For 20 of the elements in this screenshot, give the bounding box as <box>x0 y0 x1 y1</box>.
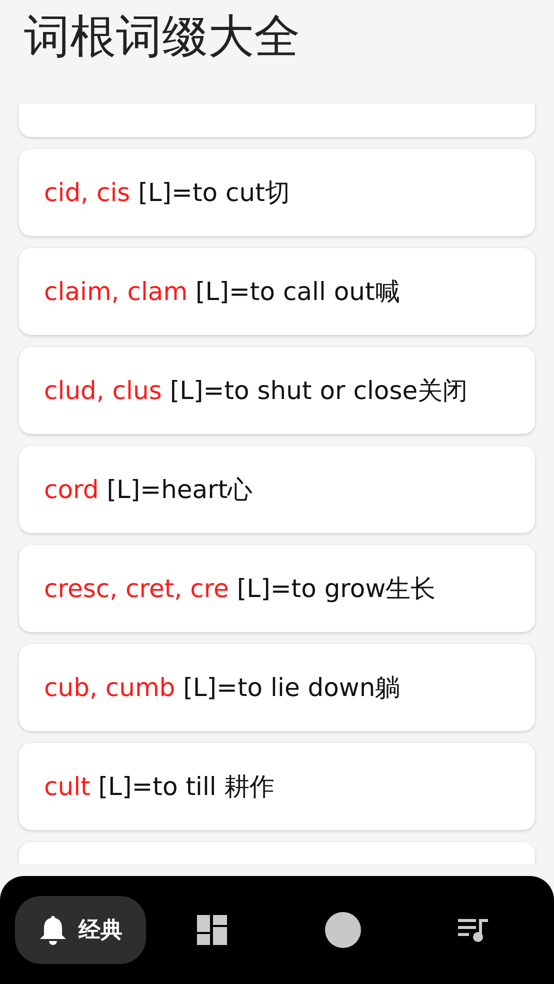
entry-card[interactable]: clud, clus [L]=to shut or close关闭 <box>19 347 535 434</box>
entry-text: cord [L]=heart心 <box>44 474 253 506</box>
entry-card[interactable]: claim, clam [L]=to call out喊 <box>19 248 535 335</box>
nav-tab[interactable]: 经典 <box>15 896 146 964</box>
entry-card[interactable]: cult [L]=to till 耕作 <box>19 743 535 830</box>
entry-card[interactable]: cid, cis [L]=to cut切 <box>19 149 535 236</box>
entry-card[interactable]: cresc, cret, cre [L]=to grow生长 <box>19 545 535 632</box>
entry-text: claim, clam [L]=to call out喊 <box>44 276 400 308</box>
avatar-icon <box>324 912 360 948</box>
bell-icon <box>38 914 66 946</box>
entry-text: cult [L]=to till 耕作 <box>44 771 274 803</box>
entry-card[interactable]: cord [L]=heart心 <box>19 446 535 533</box>
playlist-icon <box>458 916 490 944</box>
app-title: 词根词缀大全 <box>24 8 300 65</box>
entry-text: clud, clus [L]=to shut or close关闭 <box>44 375 468 407</box>
entry-card[interactable]: cub, cumb [L]=to lie down躺 <box>19 644 535 731</box>
entry-text: cresc, cret, cre [L]=to grow生长 <box>44 573 436 605</box>
dashboard-icon <box>196 915 226 945</box>
entry-text: cub, cumb [L]=to lie down躺 <box>44 672 400 704</box>
entry-text: cid, cis [L]=to cut切 <box>44 177 290 209</box>
